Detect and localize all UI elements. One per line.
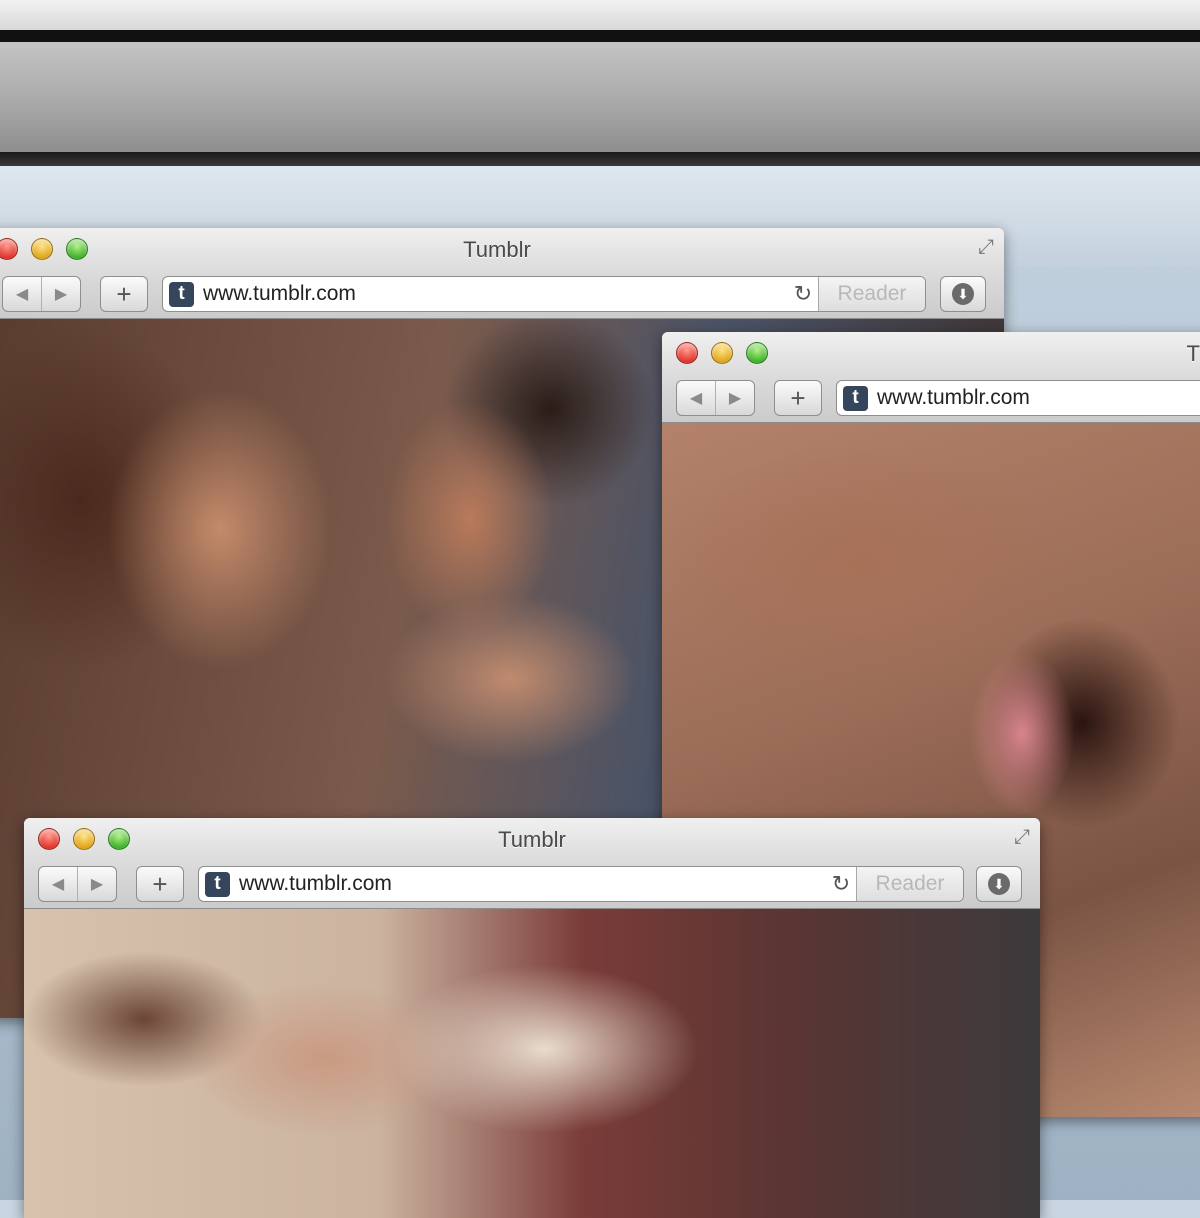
forward-button[interactable]: ▶	[715, 381, 754, 415]
downloads-button[interactable]: ⬇	[976, 866, 1022, 902]
browser-toolbar: ◀ ▶ + t www.tumblr.com	[662, 374, 1200, 423]
window-title: Tumblr	[463, 237, 531, 262]
browser-toolbar: ◀ ▶ + t www.tumblr.com ↻ Reader ⬇	[0, 270, 1004, 319]
browser-window-3: Tumblr ⤢ ◀ ▶ + t www.tumblr.com ↻ Reader…	[24, 818, 1040, 1218]
address-bar[interactable]: t www.tumblr.com	[836, 380, 1200, 416]
history-buttons: ◀ ▶	[676, 380, 755, 416]
reader-button[interactable]: Reader	[818, 277, 925, 311]
monitor-bezel-band	[0, 42, 1200, 152]
reload-icon[interactable]: ↻	[826, 871, 856, 897]
title-bar[interactable]: T	[662, 332, 1200, 374]
new-tab-button[interactable]: +	[100, 276, 148, 312]
tumblr-logo-icon: t	[205, 871, 230, 897]
tumblr-logo-icon: t	[169, 281, 194, 307]
back-button[interactable]: ◀	[3, 277, 41, 311]
new-tab-button[interactable]: +	[136, 866, 184, 902]
forward-button[interactable]: ▶	[41, 277, 80, 311]
reader-button[interactable]: Reader	[856, 867, 963, 901]
monitor-bezel-shadow	[0, 152, 1200, 166]
url-text[interactable]: www.tumblr.com	[877, 386, 1200, 410]
address-bar[interactable]: t www.tumblr.com ↻ Reader	[198, 866, 964, 902]
window-title: T	[1186, 341, 1200, 366]
downloads-button[interactable]: ⬇	[940, 276, 986, 312]
tumblr-logo-icon: t	[843, 385, 868, 411]
history-buttons: ◀ ▶	[38, 866, 117, 902]
url-text[interactable]: www.tumblr.com	[239, 872, 826, 896]
back-button[interactable]: ◀	[677, 381, 715, 415]
forward-button[interactable]: ▶	[77, 867, 116, 901]
fullscreen-icon[interactable]: ⤢	[978, 236, 994, 259]
download-icon: ⬇	[988, 873, 1010, 895]
new-tab-button[interactable]: +	[774, 380, 822, 416]
fullscreen-icon[interactable]: ⤢	[1014, 826, 1030, 849]
monitor-bezel-edge	[0, 30, 1200, 42]
close-icon[interactable]	[676, 342, 698, 364]
monitor-bezel-top	[0, 0, 1200, 30]
title-bar[interactable]: Tumblr ⤢	[0, 228, 1004, 270]
reload-icon[interactable]: ↻	[788, 281, 818, 307]
window-title: Tumblr	[498, 827, 566, 852]
history-buttons: ◀ ▶	[2, 276, 81, 312]
download-icon: ⬇	[952, 283, 974, 305]
browser-toolbar: ◀ ▶ + t www.tumblr.com ↻ Reader ⬇	[24, 860, 1040, 909]
address-bar[interactable]: t www.tumblr.com ↻ Reader	[162, 276, 926, 312]
back-button[interactable]: ◀	[39, 867, 77, 901]
title-bar[interactable]: Tumblr ⤢	[24, 818, 1040, 860]
traffic-lights	[676, 342, 768, 364]
url-text[interactable]: www.tumblr.com	[203, 282, 788, 306]
minimize-icon[interactable]	[711, 342, 733, 364]
zoom-icon[interactable]	[746, 342, 768, 364]
page-image-bed	[24, 909, 1040, 1218]
